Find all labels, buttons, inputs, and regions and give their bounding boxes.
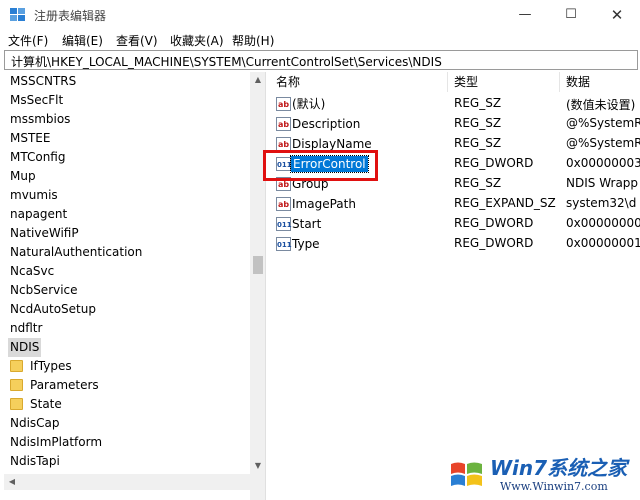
title-bar: 注册表编辑器 — ☐ ✕ [0,0,640,30]
value-type: REG_EXPAND_SZ [454,196,556,210]
values-list[interactable]: 名称 类型 数据 ab (默认) REG_SZ (数值未设置) ab Descr… [270,72,640,500]
tree-item[interactable]: MTConfig [10,148,65,167]
folder-icon [10,379,23,391]
tree-item[interactable]: NcdAutoSetup [10,300,96,319]
menu-favorites[interactable]: 收藏夹(A) [170,32,224,49]
watermark: Win7系统之家 Www.Winwin7.com [448,450,638,498]
folder-icon [10,398,23,410]
value-row[interactable]: ab ImagePath REG_EXPAND_SZ system32\d [270,194,640,214]
value-row[interactable]: 011 Start REG_DWORD 0x00000000 [270,214,640,234]
value-row[interactable]: ab (默认) REG_SZ (数值未设置) [270,94,640,114]
folder-icon [10,360,23,372]
scroll-thumb[interactable] [253,256,263,274]
value-type: REG_SZ [454,176,502,190]
value-row[interactable]: ab Description REG_SZ @%SystemR [270,114,640,134]
tree-horizontal-scrollbar[interactable]: ◀ [4,474,250,490]
scroll-up-icon[interactable]: ▲ [250,72,265,88]
scroll-left-icon[interactable]: ◀ [4,474,20,490]
tree-item[interactable]: NdisTapi [10,452,60,471]
minimize-button[interactable]: — [502,0,548,30]
maximize-button[interactable]: ☐ [548,0,594,30]
value-type: REG_SZ [454,116,502,130]
string-value-icon: ab [276,197,291,211]
string-value-icon: ab [276,137,291,151]
tree-item[interactable]: MSSCNTRS [10,72,76,91]
value-name: Start [292,217,322,231]
windows-logo-icon [451,462,482,486]
value-type: REG_DWORD [454,156,534,170]
menu-edit[interactable]: 编辑(E) [62,32,103,49]
key-tree[interactable]: MSSCNTRS MsSecFlt mssmbios MSTEE MTConfi… [4,72,266,500]
scroll-down-icon[interactable]: ▼ [250,458,265,474]
tree-child-label: IfTypes [30,359,72,373]
value-name: Type [292,237,320,251]
tree-item[interactable]: NdisImPlatform [10,433,102,452]
column-header-type[interactable]: 类型 [448,72,560,92]
dword-value-icon: 011 [276,237,292,251]
menu-file[interactable]: 文件(F) [8,32,48,49]
value-data: NDIS Wrapp [566,176,639,190]
value-type: REG_DWORD [454,216,534,230]
tree-item[interactable]: NcbService [10,281,78,300]
tree-child-label: State [30,397,62,411]
tree-item[interactable]: NativeWifiP [10,224,79,243]
value-name: (默认) [292,97,326,111]
tree-item[interactable]: mssmbios [10,110,70,129]
column-header-name[interactable]: 名称 [270,72,448,92]
address-bar[interactable]: 计算机\HKEY_LOCAL_MACHINE\SYSTEM\CurrentCon… [4,50,638,70]
menu-bar: 文件(F) 编辑(E) 查看(V) 收藏夹(A) 帮助(H) [0,30,640,50]
value-name: ImagePath [292,197,356,211]
tree-item[interactable]: ndfltr [10,319,42,338]
string-value-icon: ab [276,117,291,131]
watermark-url: Www.Winwin7.com [500,480,608,493]
tree-item[interactable]: MsSecFlt [10,91,63,110]
value-data: @%SystemR [566,116,640,130]
regedit-icon [10,8,25,21]
tree-item[interactable]: NaturalAuthentication [10,243,142,262]
tree-item[interactable]: napagent [10,205,67,224]
string-value-icon: ab [276,97,291,111]
value-row[interactable]: 011 Type REG_DWORD 0x00000001 [270,234,640,254]
menu-help[interactable]: 帮助(H) [232,32,274,49]
tree-item[interactable]: MSTEE [10,129,50,148]
window-title: 注册表编辑器 [34,9,107,23]
value-data: (数值未设置) [566,98,636,112]
value-data: 0x00000001 [566,236,640,250]
tree-item-ndis-selected[interactable]: NDIS [8,338,42,357]
value-data: 0x00000003 [566,156,640,170]
dword-value-icon: 011 [276,217,292,231]
watermark-brand: Win7系统之家 [490,456,628,480]
menu-view[interactable]: 查看(V) [116,32,158,49]
tree-item[interactable]: mvumis [10,186,58,205]
tree-vertical-scrollbar[interactable]: ▲ ▼ [250,72,265,500]
value-type: REG_SZ [454,136,502,150]
close-button[interactable]: ✕ [594,0,640,30]
tree-child-label: Parameters [30,378,99,392]
value-data: @%SystemR [566,136,640,150]
value-name: Description [292,117,361,131]
value-type: REG_SZ [454,96,502,110]
tree-item[interactable]: NcaSvc [10,262,54,281]
value-type: REG_DWORD [454,236,534,250]
value-data: 0x00000000 [566,216,640,230]
value-data: system32\d [566,196,637,210]
highlight-annotation-box [263,150,378,181]
column-header-data[interactable]: 数据 [560,72,640,92]
tree-item[interactable]: Mup [10,167,36,186]
address-path: 计算机\HKEY_LOCAL_MACHINE\SYSTEM\CurrentCon… [11,55,442,69]
tree-item[interactable]: NdisCap [10,414,60,433]
